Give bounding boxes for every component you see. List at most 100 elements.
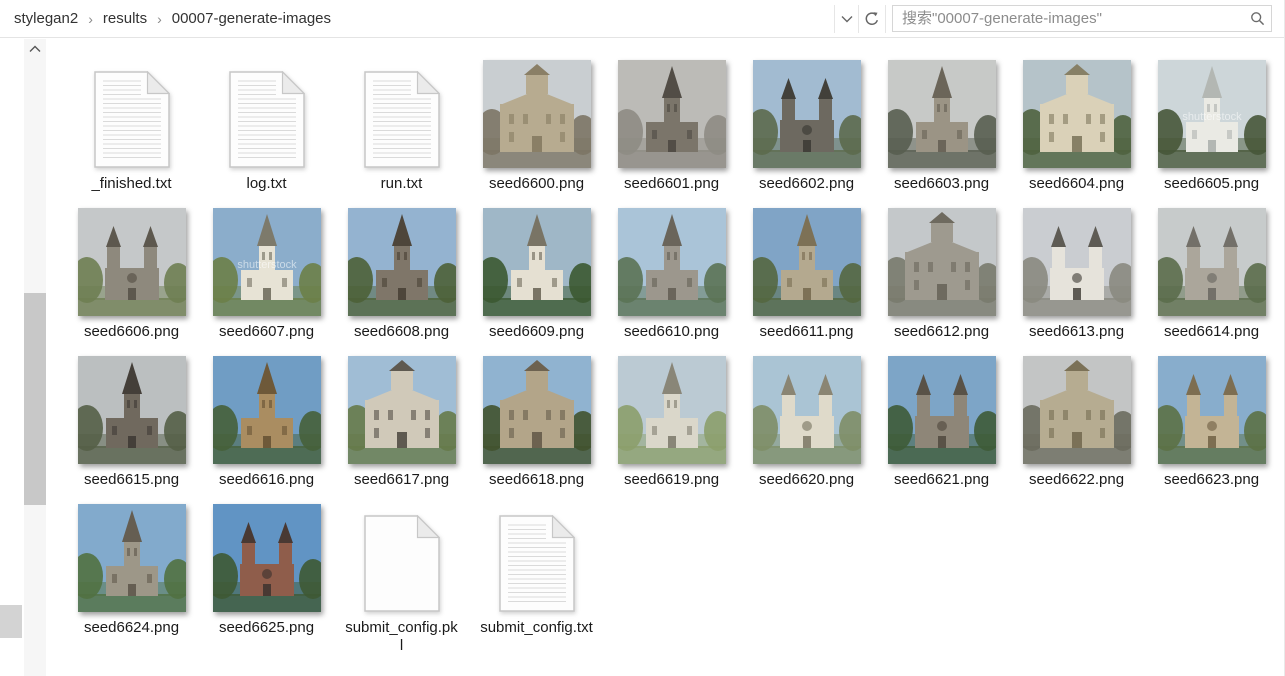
- image-thumbnail: [745, 208, 867, 316]
- file-item[interactable]: seed6609.png: [469, 200, 604, 341]
- thumbnail-box: [608, 56, 736, 168]
- image-thumbnail: [745, 356, 867, 464]
- thumbnail-box: [1013, 352, 1141, 464]
- file-item[interactable]: submit_config.pkl: [334, 496, 469, 655]
- thumbnail-box: [473, 56, 601, 168]
- breadcrumb-segment[interactable]: stylegan2: [10, 8, 82, 29]
- file-item[interactable]: run.txt: [334, 52, 469, 193]
- file-name-label: submit_config.txt: [480, 619, 593, 636]
- file-name-label: run.txt: [380, 175, 423, 192]
- file-item[interactable]: seed6601.png: [604, 52, 739, 193]
- image-thumbnail: [610, 208, 732, 316]
- file-item[interactable]: seed6610.png: [604, 200, 739, 341]
- thumbnail-box: [743, 56, 871, 168]
- image-thumbnail: [880, 208, 1002, 316]
- refresh-button[interactable]: [858, 4, 886, 33]
- thumbnail-box: [1013, 204, 1141, 316]
- file-item[interactable]: seed6617.png: [334, 348, 469, 489]
- file-item[interactable]: seed6622.png: [1009, 348, 1144, 489]
- file-name-label: seed6605.png: [1163, 175, 1260, 192]
- search-input[interactable]: [893, 10, 1245, 27]
- scrollbar-thumb[interactable]: [24, 293, 46, 505]
- refresh-icon: [865, 11, 879, 25]
- svg-text:shutterstock: shutterstock: [237, 259, 297, 271]
- image-thumbnail: [340, 356, 462, 464]
- file-item[interactable]: seed6616.png: [199, 348, 334, 489]
- breadcrumb-segment[interactable]: 00007-generate-images: [168, 8, 335, 29]
- address-bar-buttons: [834, 4, 886, 33]
- file-item[interactable]: seed6604.png: [1009, 52, 1144, 193]
- file-item[interactable]: seed6611.png: [739, 200, 874, 341]
- file-name-label: seed6621.png: [893, 471, 990, 488]
- breadcrumb-segment[interactable]: results: [99, 8, 151, 29]
- file-item[interactable]: _finished.txt: [64, 52, 199, 193]
- image-thumbnail: [205, 356, 327, 464]
- file-item[interactable]: seed6606.png: [64, 200, 199, 341]
- image-thumbnail: [1150, 208, 1272, 316]
- file-name-label: seed6608.png: [353, 323, 450, 340]
- file-item[interactable]: seed6615.png: [64, 348, 199, 489]
- file-name-label: seed6613.png: [1028, 323, 1125, 340]
- file-item[interactable]: seed6612.png: [874, 200, 1009, 341]
- image-thumbnail: [1015, 208, 1137, 316]
- file-item[interactable]: seed6600.png: [469, 52, 604, 193]
- thumbnail-box: [1013, 56, 1141, 168]
- file-item[interactable]: shutterstock seed6607.png: [199, 200, 334, 341]
- image-thumbnail: [880, 356, 1002, 464]
- file-item[interactable]: seed6608.png: [334, 200, 469, 341]
- thumbnail-box: shutterstock: [1148, 56, 1276, 168]
- address-dropdown-button[interactable]: [834, 4, 858, 33]
- svg-text:shutterstock: shutterstock: [1182, 111, 1242, 123]
- text-file-icon: [68, 56, 196, 168]
- search-icon[interactable]: [1245, 11, 1271, 27]
- scroll-up-button[interactable]: [24, 39, 46, 59]
- image-thumbnail: [1015, 60, 1137, 168]
- thumbnail-box: [743, 204, 871, 316]
- file-item[interactable]: seed6603.png: [874, 52, 1009, 193]
- file-name-label: seed6620.png: [758, 471, 855, 488]
- file-item[interactable]: seed6618.png: [469, 348, 604, 489]
- file-item[interactable]: seed6623.png: [1144, 348, 1279, 489]
- file-name-label: seed6603.png: [893, 175, 990, 192]
- file-name-label: seed6617.png: [353, 471, 450, 488]
- file-item[interactable]: seed6620.png: [739, 348, 874, 489]
- breadcrumb-separator-icon: ›: [157, 10, 162, 27]
- file-item[interactable]: seed6619.png: [604, 348, 739, 489]
- file-name-label: seed6614.png: [1163, 323, 1260, 340]
- text-file-icon: [338, 56, 466, 168]
- file-name-label: seed6625.png: [218, 619, 315, 636]
- thumbnail-box: [68, 500, 196, 612]
- file-item[interactable]: seed6625.png: [199, 496, 334, 655]
- image-thumbnail: shutterstock: [1150, 60, 1272, 168]
- file-name-label: seed6607.png: [218, 323, 315, 340]
- file-item[interactable]: seed6613.png: [1009, 200, 1144, 341]
- thumbnail-box: [203, 352, 331, 464]
- file-name-label: seed6604.png: [1028, 175, 1125, 192]
- thumbnail-box: [608, 204, 736, 316]
- image-thumbnail: [1015, 356, 1137, 464]
- nav-pane-scrollbar-thumb[interactable]: [0, 605, 22, 638]
- image-thumbnail: [745, 60, 867, 168]
- file-name-label: seed6619.png: [623, 471, 720, 488]
- file-name-label: log.txt: [246, 175, 287, 192]
- file-name-label: seed6624.png: [83, 619, 180, 636]
- file-item[interactable]: log.txt: [199, 52, 334, 193]
- text-file-icon: [473, 500, 601, 612]
- thumbnail-box: [878, 56, 1006, 168]
- thumbnail-box: [608, 352, 736, 464]
- file-item[interactable]: seed6614.png: [1144, 200, 1279, 341]
- thumbnail-box: [743, 352, 871, 464]
- file-item[interactable]: seed6602.png: [739, 52, 874, 193]
- file-list-scrollbar[interactable]: [24, 39, 46, 676]
- file-item[interactable]: seed6624.png: [64, 496, 199, 655]
- breadcrumb-separator-icon: ›: [88, 10, 93, 27]
- file-item[interactable]: seed6621.png: [874, 348, 1009, 489]
- search-box: [892, 5, 1272, 32]
- file-item[interactable]: submit_config.txt: [469, 496, 604, 655]
- image-thumbnail: [70, 208, 192, 316]
- file-name-label: seed6615.png: [83, 471, 180, 488]
- file-name-label: seed6612.png: [893, 323, 990, 340]
- image-thumbnail: [340, 208, 462, 316]
- chevron-up-icon: [29, 45, 41, 52]
- file-item[interactable]: shutterstock seed6605.png: [1144, 52, 1279, 193]
